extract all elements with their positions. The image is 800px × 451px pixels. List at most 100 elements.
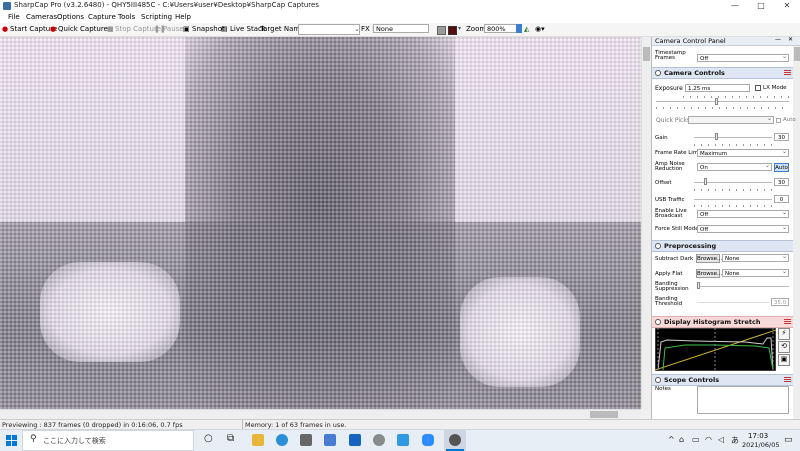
usb-traffic-value[interactable]: 0 <box>774 195 789 203</box>
notes-textarea[interactable] <box>697 386 789 414</box>
histogram-save-icon[interactable]: ▣ <box>778 354 790 366</box>
usb-slider-track[interactable] <box>694 199 772 200</box>
offset-value[interactable]: 30 <box>774 178 789 186</box>
app-icon-blue[interactable] <box>397 434 409 446</box>
vertical-scroll-thumb[interactable] <box>643 47 650 61</box>
panel-minimize-icon[interactable]: — <box>775 37 781 43</box>
amp-noise-auto-button[interactable]: Auto <box>774 163 789 172</box>
camera-controls-header[interactable]: Camera Controls <box>652 67 793 79</box>
clock-time[interactable]: 17:03 <box>748 432 768 440</box>
panel-scrollbar[interactable] <box>793 46 800 419</box>
hamburger-menu-icon[interactable] <box>784 69 791 76</box>
offset-slider-thumb[interactable] <box>704 178 707 185</box>
scope-controls-header[interactable]: Scope Controls <box>652 374 793 386</box>
exposure-slider-thumb[interactable] <box>715 98 718 105</box>
banding-threshold-value[interactable]: 35.0 <box>771 298 789 306</box>
zoom-dropdown-icon[interactable] <box>516 24 522 33</box>
menu-scripting[interactable]: Scripting <box>141 13 172 21</box>
histogram-tool-icon[interactable]: ⚡ <box>778 328 790 340</box>
menu-cameras[interactable]: Cameras <box>26 13 57 21</box>
panel-title: Camera Control Panel <box>655 37 726 45</box>
target-name-input[interactable] <box>298 24 360 35</box>
menu-tools[interactable]: Tools <box>118 13 135 21</box>
banding-threshold-track[interactable] <box>697 302 769 303</box>
exposure-slider-track[interactable] <box>656 101 789 102</box>
color-dropdown-icon[interactable]: ▾ <box>458 25 461 32</box>
battery-icon[interactable]: ▭ <box>692 435 700 444</box>
histogram-plot[interactable] <box>655 328 776 371</box>
collapse-icon[interactable] <box>655 70 661 76</box>
volume-icon[interactable]: ◁ <box>718 435 724 444</box>
subtract-dark-browse-button[interactable]: Browse... <box>696 254 722 263</box>
chevron-up-icon[interactable]: ^ <box>668 435 675 444</box>
collapse-icon[interactable] <box>655 319 661 325</box>
task-view-icon[interactable]: ⧉ <box>227 433 234 444</box>
app-icon-camera[interactable] <box>373 434 385 446</box>
panel-scroll-thumb[interactable] <box>794 47 800 61</box>
hamburger-menu-icon[interactable] <box>784 376 791 383</box>
lx-mode-label: LX Mode <box>763 85 787 91</box>
horizontal-scroll-thumb[interactable] <box>590 411 618 418</box>
menu-help[interactable]: Help <box>175 13 191 21</box>
minimize-button[interactable]: — <box>722 0 748 12</box>
sharpcap-taskbar-button[interactable] <box>444 430 466 451</box>
store-icon[interactable] <box>324 434 336 446</box>
apply-flat-browse-button[interactable]: Browse... <box>696 269 722 278</box>
amp-noise-select[interactable]: On <box>697 163 772 171</box>
cortana-icon[interactable]: ○ <box>204 433 213 444</box>
collapse-icon[interactable] <box>655 243 661 249</box>
gain-slider-track[interactable] <box>694 137 772 138</box>
color-swatch-red[interactable] <box>448 26 457 35</box>
pause-button[interactable]: Pause <box>163 25 184 33</box>
frame-rate-limit-select[interactable]: Maximum <box>697 149 789 157</box>
gain-label: Gain <box>655 135 668 141</box>
zoom-select[interactable]: 800% <box>484 24 520 33</box>
histogram-icon[interactable]: ◭ <box>524 25 529 33</box>
mail-icon[interactable] <box>349 434 361 446</box>
fx-select[interactable]: None <box>373 24 429 33</box>
network-icon[interactable]: ⌂ <box>679 435 684 444</box>
exposure-input[interactable]: 1.25 ms <box>685 84 750 92</box>
color-swatch-gray[interactable] <box>437 26 446 35</box>
file-explorer-icon[interactable] <box>252 434 264 446</box>
live-broadcast-select[interactable]: Off <box>697 210 789 218</box>
close-button[interactable]: ✕ <box>774 0 800 12</box>
histogram-reset-icon[interactable]: ⟲ <box>778 341 790 353</box>
hamburger-menu-icon[interactable] <box>784 318 791 325</box>
panel-close-icon[interactable]: ✕ <box>788 37 793 43</box>
menu-options[interactable]: Options <box>57 13 84 21</box>
camera-preview[interactable] <box>0 37 641 409</box>
reticule-icon[interactable]: ◉▾ <box>535 25 545 33</box>
notification-icon[interactable]: ▭ <box>784 435 793 445</box>
preprocessing-title: Preprocessing <box>664 242 717 250</box>
scope-controls-title: Scope Controls <box>664 376 720 384</box>
quick-capture-button[interactable]: Quick Capture <box>58 25 108 33</box>
histogram-stretch-header[interactable]: Display Histogram Stretch <box>652 316 793 328</box>
ime-icon[interactable]: あ <box>731 435 739 446</box>
lx-mode-checkbox[interactable] <box>755 85 761 91</box>
preprocessing-header[interactable]: Preprocessing <box>652 240 793 252</box>
wifi-icon[interactable]: ◠ <box>705 435 712 444</box>
menu-capture[interactable]: Capture <box>88 13 116 21</box>
gain-slider-thumb[interactable] <box>715 133 718 140</box>
quick-picks-auto-checkbox[interactable] <box>776 118 781 123</box>
windows-start-icon[interactable] <box>6 435 17 446</box>
menu-file[interactable]: File <box>8 13 20 21</box>
collapse-icon[interactable] <box>655 377 661 383</box>
histogram-stretch-title: Display Histogram Stretch <box>664 318 761 326</box>
taskbar-search-box[interactable]: ⚲ ここに入力して検索 <box>22 430 194 451</box>
banding-suppression-thumb[interactable] <box>697 282 700 289</box>
quick-picks-select[interactable] <box>688 116 774 124</box>
force-still-select[interactable]: Off <box>697 225 789 233</box>
maximize-button[interactable]: □ <box>748 0 774 12</box>
banding-suppression-track[interactable] <box>697 286 789 287</box>
edge-icon[interactable] <box>276 434 288 446</box>
timestamp-frames-select[interactable]: Off <box>697 54 789 62</box>
clock-date[interactable]: 2021/06/05 <box>742 441 779 449</box>
gain-value[interactable]: 30 <box>774 133 789 141</box>
zoom-app-icon[interactable] <box>422 434 434 446</box>
subtract-dark-select[interactable]: None <box>722 254 789 262</box>
app-icon-gray[interactable] <box>300 434 312 446</box>
snapshot-button[interactable]: Snapshot <box>192 25 225 33</box>
apply-flat-select[interactable]: None <box>722 269 789 277</box>
